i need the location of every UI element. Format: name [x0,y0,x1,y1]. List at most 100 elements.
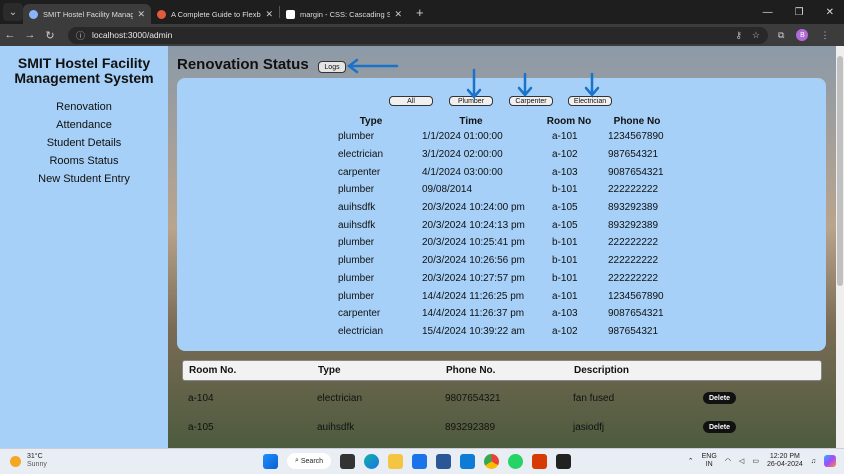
cell-type: carpenter [338,166,381,178]
battery-icon[interactable]: ▭ [752,457,759,465]
tab-smit-hostel[interactable]: SMIT Hostel Facility Manageme ✕ [23,4,151,24]
profile-avatar[interactable]: B [796,29,809,41]
cell-phone-no: 987654321 [608,325,659,337]
page-scrollbar[interactable] [836,46,844,448]
chrome-icon[interactable] [484,453,499,469]
chevron-up-icon[interactable]: ⌃ [688,457,694,465]
windows-start-icon[interactable] [263,453,278,469]
filter-bar: All Plumber Carpenter Electrician [389,96,612,106]
tab-close-icon[interactable]: ✕ [394,9,402,20]
store-icon[interactable] [436,453,451,469]
table-row: carpenter 14/4/2024 11:26:37 pm a-103 90876… [336,305,672,323]
table-row: auihsdfk 20/3/2024 10:24:13 pm a-105 893292… [336,216,672,234]
tab-close-icon[interactable]: ✕ [137,9,145,20]
cell-type: plumber [338,272,375,284]
minimize-icon[interactable]: — [763,7,773,18]
cell-phone-no: 222222222 [608,237,659,249]
cell-phone-no: 1234567890 [608,131,664,143]
brand-title: SMIT Hostel Facility Management System [14,55,154,86]
logs-button[interactable]: Logs [318,61,346,73]
bookmark-star-icon[interactable]: ☆ [752,30,760,41]
table-row: plumber 1/1/2024 01:00:00 a-101 1234567890 [336,128,672,146]
scroll-thumb[interactable] [837,56,843,286]
window-controls: — ❐ ✕ [763,7,844,18]
tab-flexbox-guide[interactable]: A Complete Guide to Flexbox | ✕ [151,4,279,24]
system-tray: ⌃ ENG IN ◠ ◁ ▭ 12:20 PM 26-04-2024 ♫ [688,453,836,469]
task-view-icon[interactable] [340,453,355,469]
cell-description: jasiodfj [573,422,605,433]
mdn-icon [286,9,295,19]
search-label: Search [300,457,324,465]
edge-icon[interactable] [364,453,379,469]
sidebar-item-renovation[interactable]: Renovation [0,98,168,116]
reload-icon[interactable]: ↻ [40,29,60,42]
cell-room-no: b-101 [552,237,578,249]
tab-search-menu-icon[interactable]: ⌄ [3,3,23,21]
table-row: plumber 09/08/2014 b-101 222222222 [336,181,672,199]
office-icon[interactable] [532,453,547,469]
col-room-no: Room No. [189,365,237,376]
cell-time: 20/3/2024 10:26:56 pm [422,255,525,267]
copilot-icon[interactable] [824,455,836,467]
cell-phone-no: 987654321 [608,149,659,161]
cell-time: 1/1/2024 01:00:00 [422,131,503,143]
cell-type: plumber [338,184,375,196]
browser-menu-icon[interactable]: ⋮ [820,30,829,41]
cell-type: electrician [338,325,384,337]
table-row: carpenter 4/1/2024 03:00:00 a-103 908765432… [336,163,672,181]
new-tab-button[interactable]: + [416,5,424,20]
sidebar-item-rooms-status[interactable]: Rooms Status [0,152,168,170]
sidebar-item-new-student-entry[interactable]: New Student Entry [0,170,168,188]
temperature: 31°C [27,453,43,460]
url-field[interactable]: ⓘ localhost:3000/admin ⚷ ☆ [68,26,768,44]
sidebar-item-attendance[interactable]: Attendance [0,116,168,134]
cell-type: plumber [338,255,375,267]
tab-strip: ⌄ SMIT Hostel Facility Manageme ✕ A Comp… [0,0,844,24]
tab-mdn-margin[interactable]: margin - CSS: Cascading Style : ✕ [280,4,408,24]
cell-time: 20/3/2024 10:24:00 pm [422,202,525,214]
clock[interactable]: 12:20 PM 26-04-2024 [767,453,803,469]
wifi-icon[interactable]: ◠ [725,457,731,465]
cell-room-no: b-101 [552,184,578,196]
volume-icon[interactable]: ◁ [739,457,744,465]
col-room-no: Room No [546,115,592,127]
cell-phone-no: 9087654321 [608,166,664,178]
cell-type: plumber [338,290,375,302]
electrician-arrow-icon [584,72,600,97]
vscode-icon[interactable] [460,453,475,469]
notification-bell-icon[interactable]: ♫ [811,458,816,465]
cell-room-no: a-103 [552,166,578,178]
maximize-icon[interactable]: ❐ [795,7,804,18]
table-row: plumber 20/3/2024 10:27:57 pm b-101 2222222… [336,270,672,288]
password-key-icon[interactable]: ⚷ [735,30,742,41]
back-icon[interactable]: ← [0,29,20,41]
table-row: plumber 20/3/2024 10:26:56 pm b-101 2222222… [336,252,672,270]
cell-phone-no: 1234567890 [608,290,664,302]
forward-icon[interactable]: → [20,29,40,41]
taskbar-search[interactable]: ⌕ Search [287,453,331,469]
table-row: a-105 auihsdfk 893292389 jasiodfj Delete [182,418,822,438]
tab-close-icon[interactable]: ✕ [265,9,273,20]
file-explorer-icon[interactable] [388,453,403,469]
site-info-icon[interactable]: ⓘ [76,29,85,42]
close-window-icon[interactable]: ✕ [826,7,834,18]
extensions-icon[interactable]: ⧉ [778,30,784,41]
whatsapp-icon[interactable] [508,453,523,469]
sun-icon [10,455,21,467]
mail-icon[interactable] [412,453,427,469]
cell-description: fan fused [573,393,615,404]
delete-button[interactable]: Delete [703,392,736,404]
weather-widget[interactable]: 31°C Sunny [10,453,47,469]
cell-room-no: a-101 [552,131,578,143]
taskbar-apps: ⌕ Search [263,453,571,469]
col-phone-no: Phone No. [446,365,496,376]
terminal-icon[interactable] [556,453,571,469]
sidebar-item-student-details[interactable]: Student Details [0,134,168,152]
log-header-row: Type Time Room No Phone No [336,114,672,128]
cell-time: 09/08/2014 [422,184,473,196]
page-title: Renovation Status [177,56,309,73]
language-indicator[interactable]: ENG IN [702,453,717,469]
filter-all-button[interactable]: All [389,96,433,106]
delete-button[interactable]: Delete [703,421,736,433]
cell-type: electrician [317,393,363,404]
